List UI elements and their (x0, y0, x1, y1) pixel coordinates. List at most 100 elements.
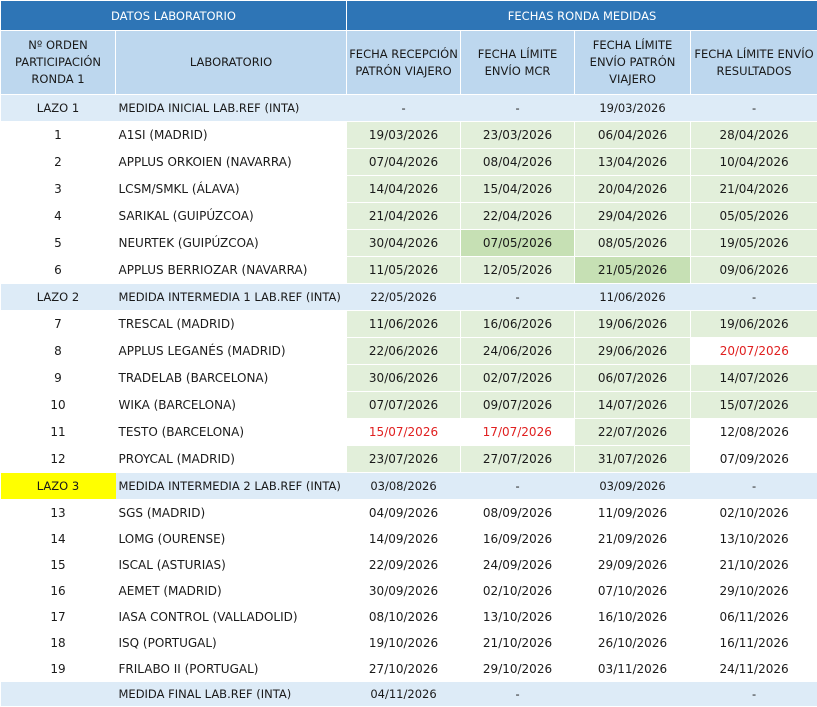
row-reception: - (347, 95, 461, 122)
row-ship: 29/09/2026 (575, 552, 691, 578)
row-reception: 22/09/2026 (347, 552, 461, 578)
row-lab: TRESCAL (MADRID) (116, 311, 347, 338)
row-id: 14 (1, 526, 116, 552)
row-id: 3 (1, 176, 116, 203)
row-id: 12 (1, 446, 116, 473)
row-lab: ISQ (PORTUGAL) (116, 630, 347, 656)
row-lab: LOMG (OURENSE) (116, 526, 347, 552)
row-ship: 29/06/2026 (575, 338, 691, 365)
row-lab: APPLUS BERRIOZAR (NAVARRA) (116, 257, 347, 284)
row-mcr: 13/10/2026 (461, 604, 575, 630)
row-ship: 08/05/2026 (575, 230, 691, 257)
row-ship: 19/06/2026 (575, 311, 691, 338)
table-row: 19 FRILABO II (PORTUGAL) 27/10/2026 29/1… (1, 656, 817, 682)
row-lab: LCSM/SMKL (ÁLAVA) (116, 176, 347, 203)
row-results: 24/11/2026 (691, 656, 817, 682)
row-ship: 19/03/2026 (575, 95, 691, 122)
row-mcr: 27/07/2026 (461, 446, 575, 473)
table-row: 6 APPLUS BERRIOZAR (NAVARRA) 11/05/2026 … (1, 257, 817, 284)
row-id: 11 (1, 419, 116, 446)
row-mcr: 22/04/2026 (461, 203, 575, 230)
row-id: 17 (1, 604, 116, 630)
row-results: 21/04/2026 (691, 176, 817, 203)
group-header-dates: FECHAS RONDA MEDIDAS (347, 1, 817, 31)
row-ship: 11/06/2026 (575, 284, 691, 311)
table-row: 8 APPLUS LEGANÉS (MADRID) 22/06/2026 24/… (1, 338, 817, 365)
row-ship (575, 682, 691, 707)
row-ship: 26/10/2026 (575, 630, 691, 656)
table-row: 11 TESTO (BARCELONA) 15/07/2026 17/07/20… (1, 419, 817, 446)
loop-row-1: LAZO 1 MEDIDA INICIAL LAB.REF (INTA) - -… (1, 95, 817, 122)
row-results: - (691, 284, 817, 311)
row-mcr: 16/06/2026 (461, 311, 575, 338)
row-id: 8 (1, 338, 116, 365)
row-id: 7 (1, 311, 116, 338)
col-header-results: FECHA LÍMITE ENVÍO RESULTADOS (691, 31, 817, 95)
row-reception: 07/07/2026 (347, 392, 461, 419)
row-lab: SGS (MADRID) (116, 500, 347, 527)
row-mcr: 17/07/2026 (461, 419, 575, 446)
row-lab: FRILABO II (PORTUGAL) (116, 656, 347, 682)
loop-row-2: LAZO 2 MEDIDA INTERMEDIA 1 LAB.REF (INTA… (1, 284, 817, 311)
table-row: 9 TRADELAB (BARCELONA) 30/06/2026 02/07/… (1, 365, 817, 392)
row-mcr: 23/03/2026 (461, 122, 575, 149)
table-row: 2 APPLUS ORKOIEN (NAVARRA) 07/04/2026 08… (1, 149, 817, 176)
row-lab: A1SI (MADRID) (116, 122, 347, 149)
table-row: 14 LOMG (OURENSE) 14/09/2026 16/09/2026 … (1, 526, 817, 552)
row-results: 09/06/2026 (691, 257, 817, 284)
row-ship: 21/05/2026 (575, 257, 691, 284)
row-ship: 07/10/2026 (575, 578, 691, 604)
row-results: 05/05/2026 (691, 203, 817, 230)
row-ship: 03/11/2026 (575, 656, 691, 682)
row-mcr: - (461, 95, 575, 122)
row-id: 19 (1, 656, 116, 682)
row-lab: APPLUS ORKOIEN (NAVARRA) (116, 149, 347, 176)
row-results: - (691, 95, 817, 122)
row-reception: 08/10/2026 (347, 604, 461, 630)
row-ship: 03/09/2026 (575, 473, 691, 500)
row-lab: TRADELAB (BARCELONA) (116, 365, 347, 392)
row-ship: 20/04/2026 (575, 176, 691, 203)
row-id: 15 (1, 552, 116, 578)
row-lab: AEMET (MADRID) (116, 578, 347, 604)
group-header-row: DATOS LABORATORIO FECHAS RONDA MEDIDAS (1, 1, 817, 31)
row-lab: SARIKAL (GUIPÚZCOA) (116, 203, 347, 230)
row-ship: 06/04/2026 (575, 122, 691, 149)
row-reception: 30/04/2026 (347, 230, 461, 257)
row-id: 16 (1, 578, 116, 604)
row-mcr: 24/06/2026 (461, 338, 575, 365)
row-reception: 30/09/2026 (347, 578, 461, 604)
row-mcr: 12/05/2026 (461, 257, 575, 284)
row-results: 02/10/2026 (691, 500, 817, 527)
row-id: 18 (1, 630, 116, 656)
row-id: LAZO 1 (1, 95, 116, 122)
row-results: 19/06/2026 (691, 311, 817, 338)
row-mcr: 02/07/2026 (461, 365, 575, 392)
row-results: 29/10/2026 (691, 578, 817, 604)
row-id: 10 (1, 392, 116, 419)
row-reception: 04/11/2026 (347, 682, 461, 707)
row-results: 28/04/2026 (691, 122, 817, 149)
col-header-ship: FECHA LÍMITE ENVÍO PATRÓN VIAJERO (575, 31, 691, 95)
row-results: 21/10/2026 (691, 552, 817, 578)
row-mcr: - (461, 473, 575, 500)
table-row: 3 LCSM/SMKL (ÁLAVA) 14/04/2026 15/04/202… (1, 176, 817, 203)
row-mcr: - (461, 682, 575, 707)
row-results: 15/07/2026 (691, 392, 817, 419)
table-row: 7 TRESCAL (MADRID) 11/06/2026 16/06/2026… (1, 311, 817, 338)
row-mcr: 29/10/2026 (461, 656, 575, 682)
row-id: 2 (1, 149, 116, 176)
row-lab: MEDIDA INICIAL LAB.REF (INTA) (116, 95, 347, 122)
row-reception: 19/10/2026 (347, 630, 461, 656)
row-reception: 30/06/2026 (347, 365, 461, 392)
row-reception: 07/04/2026 (347, 149, 461, 176)
schedule-table: DATOS LABORATORIO FECHAS RONDA MEDIDAS N… (0, 0, 817, 707)
row-reception: 21/04/2026 (347, 203, 461, 230)
final-measure-row: MEDIDA FINAL LAB.REF (INTA) 04/11/2026 -… (1, 682, 817, 707)
col-header-reception: FECHA RECEPCIÓN PATRÓN VIAJERO (347, 31, 461, 95)
row-reception: 22/05/2026 (347, 284, 461, 311)
row-reception: 03/08/2026 (347, 473, 461, 500)
row-results: - (691, 473, 817, 500)
row-mcr: 09/07/2026 (461, 392, 575, 419)
row-id: 4 (1, 203, 116, 230)
